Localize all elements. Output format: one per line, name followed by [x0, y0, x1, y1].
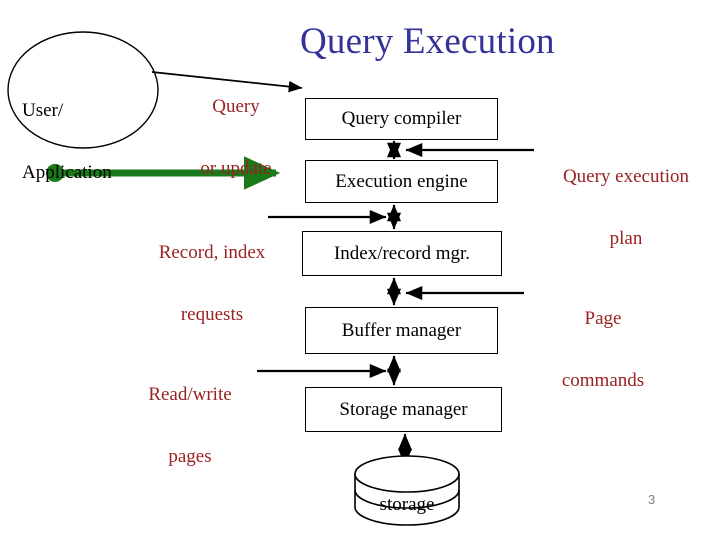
label-query-or-update: Query or update: [176, 56, 296, 220]
label-read-write-line2: pages: [168, 445, 212, 467]
slide-number: 3: [648, 492, 656, 507]
storage-cylinder-label: storage: [379, 494, 435, 515]
box-execution-engine[interactable]: Execution engine: [305, 160, 498, 203]
label-record-index-requests: Record, index requests: [128, 202, 296, 366]
box-storage-manager-label: Storage manager: [339, 398, 468, 420]
box-index-record-mgr-label: Index/record mgr.: [333, 242, 471, 264]
label-query-execution-plan-line1: Query execution: [562, 166, 690, 188]
user-application-label: User/ Application: [22, 60, 147, 224]
label-record-index-line2: requests: [180, 303, 244, 325]
label-page-commands-line2: commands: [561, 369, 645, 391]
label-query-execution-plan: Query execution plan: [538, 126, 714, 290]
box-execution-engine-label: Execution engine: [335, 170, 468, 192]
box-query-compiler[interactable]: Query compiler: [305, 98, 498, 140]
label-query-execution-plan-line2: plan: [609, 227, 643, 249]
label-read-write-pages: Read/write pages: [120, 344, 260, 508]
box-index-record-mgr[interactable]: Index/record mgr.: [302, 231, 502, 276]
user-application-line2: Application: [22, 161, 112, 183]
box-buffer-manager-label: Buffer manager: [341, 319, 462, 341]
label-query-or-update-line1: Query: [212, 96, 260, 118]
box-query-compiler-label: Query compiler: [341, 108, 462, 129]
label-page-commands-line1: Page: [584, 308, 622, 330]
user-application-line1: User/: [22, 100, 64, 122]
label-read-write-line1: Read/write: [148, 384, 232, 406]
slide-canvas: Query Execution User/ Application Query …: [0, 0, 720, 540]
page-title: Query Execution: [300, 21, 555, 62]
label-record-index-line1: Record, index: [158, 242, 266, 264]
box-buffer-manager[interactable]: Buffer manager: [305, 307, 498, 354]
label-query-or-update-line2: or update: [200, 157, 272, 179]
label-page-commands: Page commands: [528, 268, 678, 432]
box-storage-manager[interactable]: Storage manager: [305, 387, 502, 432]
